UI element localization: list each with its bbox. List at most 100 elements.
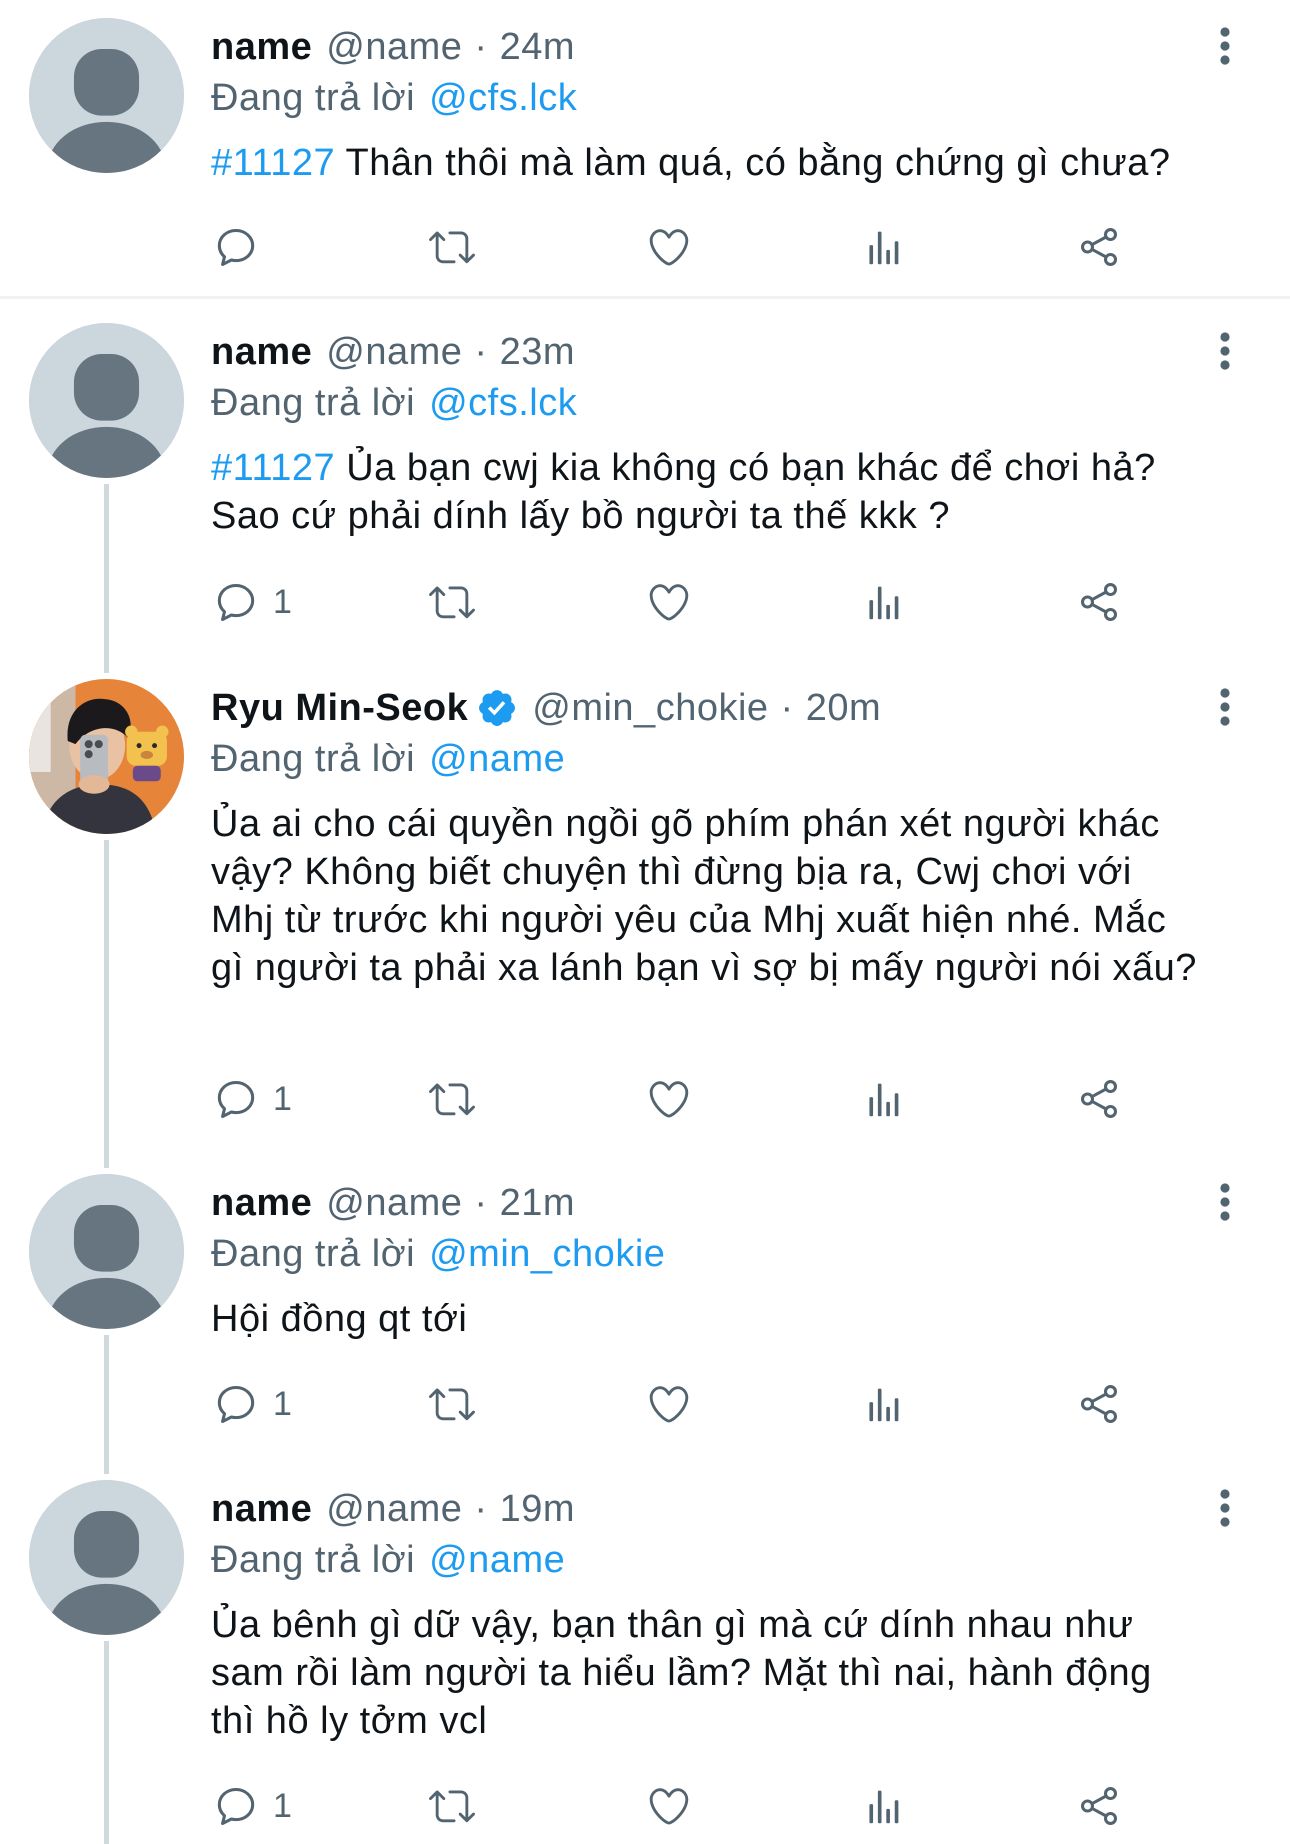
- tweet-text-line: Ủa ai cho cái quyền ngồi gõ phím phán xé…: [211, 803, 1160, 845]
- more-options-button[interactable]: [1214, 331, 1236, 371]
- default-avatar-icon: [29, 1480, 184, 1635]
- tweet-text-segment: Thân thôi mà làm quá, có bằng chứng gì c…: [345, 142, 1171, 184]
- profile-photo: [29, 679, 184, 834]
- more-options-icon: [1220, 332, 1230, 370]
- reply-count: 1: [273, 583, 292, 621]
- more-options-button[interactable]: [1214, 1182, 1236, 1222]
- share-icon: [1080, 1080, 1118, 1118]
- replying-to: Đang trả lời @cfs.lck: [211, 379, 577, 427]
- retweet-button[interactable]: [429, 579, 475, 625]
- replying-to: Đang trả lời @name: [211, 735, 565, 783]
- reply-button[interactable]: 1: [213, 1783, 292, 1829]
- display-name[interactable]: Ryu Min-Seok: [211, 684, 468, 732]
- replying-to-label: Đang trả lời: [211, 382, 416, 424]
- tweet[interactable]: Ryu Min-Seok @min_chokie · 20m Đang trả …: [0, 679, 1290, 1118]
- hashtag-link[interactable]: #11127: [211, 447, 335, 489]
- like-icon: [649, 1386, 689, 1423]
- more-options-button[interactable]: [1214, 26, 1236, 66]
- share-button[interactable]: [1076, 1783, 1122, 1829]
- retweet-icon: [429, 1083, 475, 1116]
- tweet-actions: 1: [0, 1783, 1290, 1829]
- avatar[interactable]: [29, 18, 184, 173]
- views-button[interactable]: [861, 1076, 907, 1122]
- share-button[interactable]: [1076, 224, 1122, 270]
- separator-dot: ·: [474, 1182, 488, 1224]
- tweet-text-line: Hội đồng qt tới: [211, 1298, 468, 1340]
- like-button[interactable]: [646, 1381, 692, 1427]
- reply-button[interactable]: 1: [213, 1381, 292, 1427]
- like-button[interactable]: [646, 1783, 692, 1829]
- display-name[interactable]: name: [211, 1179, 312, 1227]
- share-icon: [1080, 583, 1118, 621]
- reply-button[interactable]: 1: [213, 579, 292, 625]
- like-icon: [649, 229, 689, 266]
- views-button[interactable]: [861, 1381, 907, 1427]
- user-handle[interactable]: @name: [326, 23, 462, 71]
- avatar[interactable]: [29, 1480, 184, 1635]
- more-options-button[interactable]: [1214, 1488, 1236, 1528]
- mention-link[interactable]: @cfs.lck: [429, 74, 577, 122]
- views-button[interactable]: [861, 579, 907, 625]
- user-handle[interactable]: @name: [326, 1485, 462, 1533]
- tweet-header: Ryu Min-Seok @min_chokie · 20m: [211, 684, 881, 732]
- like-icon: [649, 1081, 689, 1118]
- retweet-button[interactable]: [429, 1783, 475, 1829]
- retweet-button[interactable]: [429, 1381, 475, 1427]
- retweet-icon: [429, 1388, 475, 1421]
- hashtag-link[interactable]: #11127: [211, 142, 335, 184]
- reply-button[interactable]: [213, 224, 259, 270]
- avatar[interactable]: [29, 323, 184, 478]
- tweet-text-line: Mhj từ trước khi người yêu của Mhj xuất …: [211, 899, 1167, 941]
- share-button[interactable]: [1076, 1076, 1122, 1122]
- retweet-button[interactable]: [429, 224, 475, 270]
- more-options-icon: [1220, 27, 1230, 65]
- tweet-text-line: Sao cứ phải dính lấy bồ người ta thế kkk…: [211, 495, 950, 537]
- display-name[interactable]: name: [211, 23, 312, 71]
- display-name[interactable]: name: [211, 1485, 312, 1533]
- share-icon: [1080, 228, 1118, 266]
- timestamp[interactable]: 20m: [806, 684, 881, 732]
- reply-icon: [217, 1080, 255, 1118]
- share-button[interactable]: [1076, 1381, 1122, 1427]
- mention-link[interactable]: @name: [429, 735, 565, 783]
- views-button[interactable]: [861, 224, 907, 270]
- tweet-text-line: gì người ta phải xa lánh bạn vì sợ bị mấ…: [211, 947, 1197, 989]
- tweet-text-line: vậy? Không biết chuyện thì đừng bịa ra, …: [211, 851, 1132, 893]
- timestamp[interactable]: 19m: [500, 1485, 575, 1533]
- tweet[interactable]: name @name · 21m Đang trả lời @min_choki…: [0, 1174, 1290, 1423]
- avatar[interactable]: [29, 1174, 184, 1329]
- mention-link[interactable]: @cfs.lck: [429, 379, 577, 427]
- tweet[interactable]: name @name · 24m Đang trả lời @cfs.lck #…: [0, 18, 1290, 266]
- like-button[interactable]: [646, 579, 692, 625]
- reply-icon: [217, 1385, 255, 1423]
- tweet-actions: 1: [0, 1381, 1290, 1427]
- tweet-text-line: sam rồi làm người ta hiểu lầm? Mặt thì n…: [211, 1652, 1152, 1694]
- display-name[interactable]: name: [211, 328, 312, 376]
- timestamp[interactable]: 23m: [500, 328, 575, 376]
- user-handle[interactable]: @name: [326, 328, 462, 376]
- mention-link[interactable]: @name: [429, 1536, 565, 1584]
- default-avatar-icon: [29, 323, 184, 478]
- mention-link[interactable]: @min_chokie: [429, 1230, 665, 1278]
- timestamp[interactable]: 21m: [500, 1179, 575, 1227]
- tweet-header: name @name · 19m: [211, 1485, 575, 1533]
- tweet-text-line: #11127 Thân thôi mà làm quá, có bằng chứ…: [211, 139, 1170, 187]
- replying-to: Đang trả lời @cfs.lck: [211, 74, 577, 122]
- tweet[interactable]: name @name · 23m Đang trả lời @cfs.lck #…: [0, 323, 1290, 621]
- share-icon: [1080, 1385, 1118, 1423]
- user-handle[interactable]: @min_chokie: [532, 684, 768, 732]
- timestamp[interactable]: 24m: [500, 23, 575, 71]
- like-button[interactable]: [646, 1076, 692, 1122]
- reply-button[interactable]: 1: [213, 1076, 292, 1122]
- retweet-button[interactable]: [429, 1076, 475, 1122]
- more-options-button[interactable]: [1214, 687, 1236, 727]
- views-button[interactable]: [861, 1783, 907, 1829]
- avatar[interactable]: [29, 679, 184, 834]
- more-options-icon: [1220, 1489, 1230, 1527]
- reply-count: 1: [273, 1385, 292, 1423]
- tweet[interactable]: name @name · 19m Đang trả lời @name Ủa b…: [0, 1480, 1290, 1825]
- separator-dot: ·: [474, 331, 488, 373]
- like-button[interactable]: [646, 224, 692, 270]
- user-handle[interactable]: @name: [326, 1179, 462, 1227]
- share-button[interactable]: [1076, 579, 1122, 625]
